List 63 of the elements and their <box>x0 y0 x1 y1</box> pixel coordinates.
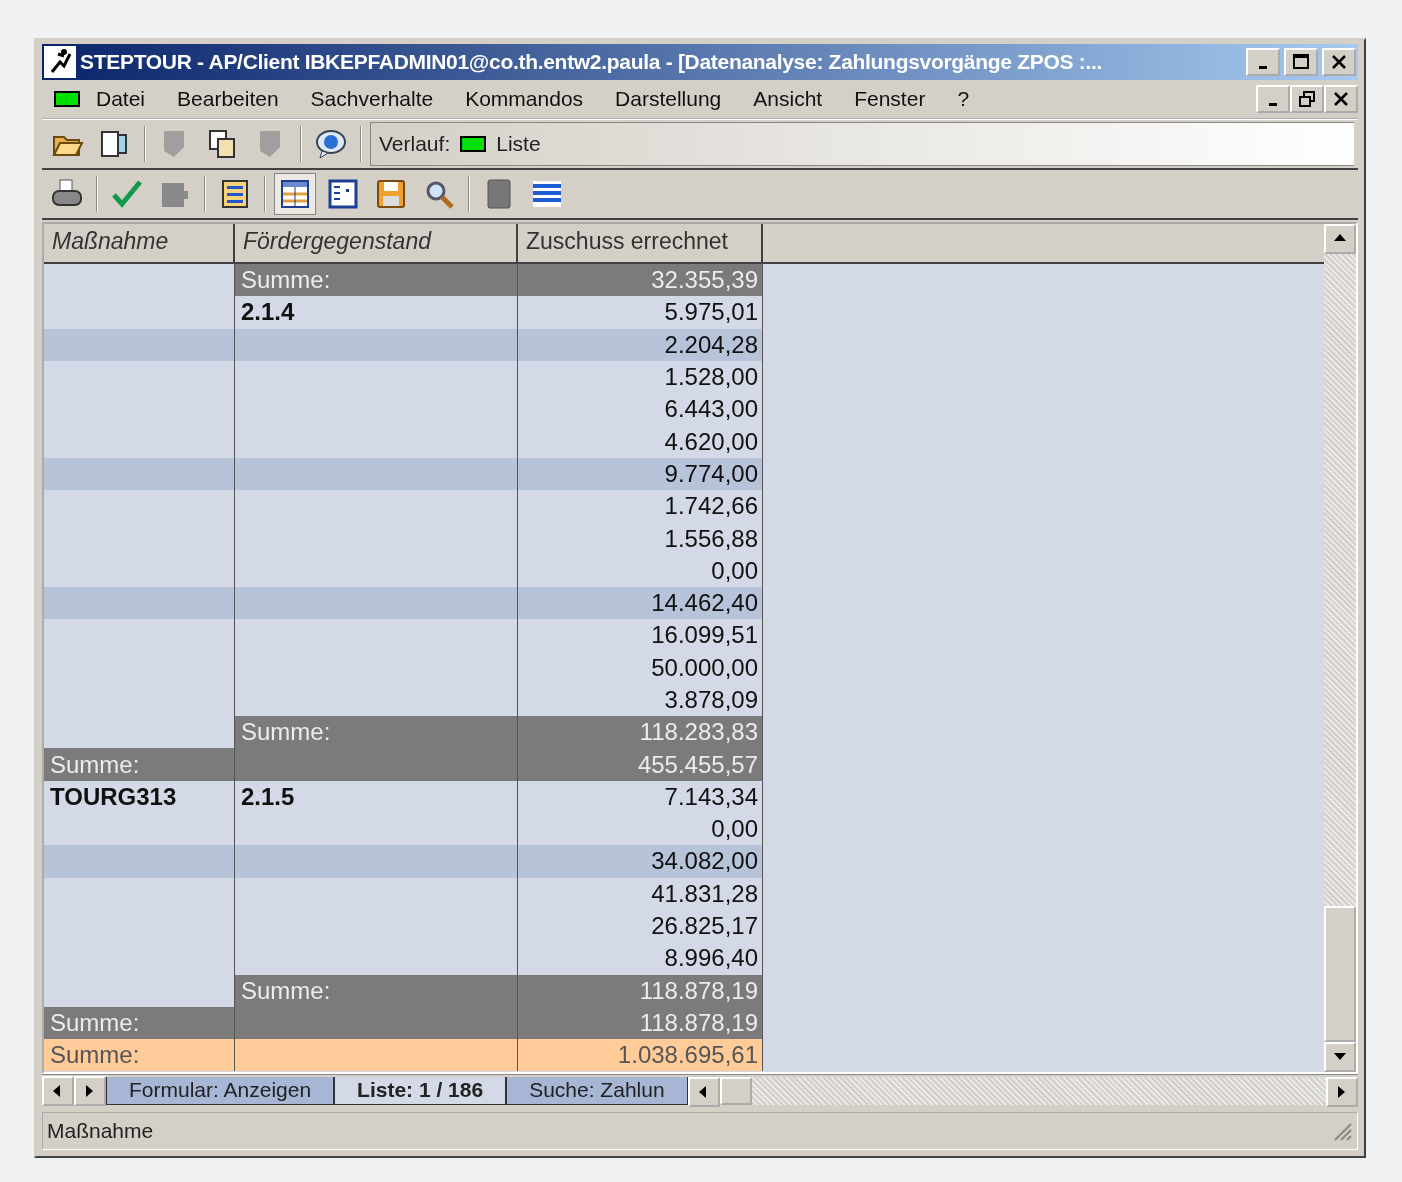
status-light-icon <box>460 136 487 152</box>
table-cell: 1.038.695,61 <box>518 1039 763 1072</box>
table-cell: Summe: <box>44 1006 235 1040</box>
menu-item[interactable]: Darstellung <box>599 87 738 111</box>
table-cell: Summe: <box>44 748 235 781</box>
close-icon <box>1331 54 1347 70</box>
toolbar-button[interactable] <box>274 173 316 215</box>
tab[interactable]: Liste: 1 / 186 <box>334 1076 507 1105</box>
tab[interactable]: Formular: Anzeigen <box>106 1076 335 1105</box>
menu-item[interactable]: Kommandos <box>449 87 600 111</box>
app-logo-icon <box>44 46 76 78</box>
scroll-down-button[interactable] <box>1324 1042 1356 1072</box>
vertical-scrollbar[interactable] <box>1324 224 1356 1072</box>
table-cell: Summe: <box>235 716 518 749</box>
status-light-icon <box>54 91 80 107</box>
column-header[interactable]: Zuschuss errechnet <box>518 224 763 262</box>
scroll-left-button[interactable] <box>687 1076 720 1107</box>
menu-item[interactable]: Sachverhalte <box>294 87 450 111</box>
maximize-icon <box>1293 54 1309 70</box>
tab[interactable]: Suche: Zahlun <box>506 1076 688 1105</box>
menu-item[interactable]: Ansicht <box>737 87 839 111</box>
minimize-button[interactable] <box>1246 48 1280 76</box>
restore-icon <box>1299 91 1315 107</box>
table-icon <box>278 177 312 211</box>
table-cell: 118.878,19 <box>518 974 763 1007</box>
details-icon <box>326 177 360 211</box>
table-cell: Summe: <box>44 1039 235 1072</box>
column-header[interactable]: Fördergegenstand <box>235 224 518 262</box>
table-cell: Summe: <box>235 264 518 297</box>
tab-prev-button[interactable] <box>42 1075 74 1106</box>
minimize-button[interactable] <box>1256 85 1290 113</box>
minimize-icon <box>1258 66 1268 70</box>
history-label: Verlauf: <box>379 132 451 156</box>
table-cell: 14.462,40 <box>518 586 763 620</box>
horizontal-scrollbar[interactable] <box>687 1076 1358 1105</box>
table-cell: 118.878,19 <box>518 1006 763 1040</box>
close-button[interactable] <box>1322 48 1356 76</box>
close-icon <box>1333 91 1349 107</box>
scroll-thumb[interactable] <box>1324 906 1356 1042</box>
scroll-thumb[interactable] <box>719 1076 752 1105</box>
table-cell: 118.283,83 <box>518 716 763 749</box>
tab-next-button[interactable] <box>74 1075 106 1106</box>
minimize-icon <box>1268 103 1278 107</box>
table-cell: 32.355,39 <box>518 264 763 297</box>
table-cell: 34.082,00 <box>518 845 763 878</box>
menu-item[interactable]: Bearbeiten <box>161 87 295 111</box>
menu-item[interactable]: Datei <box>80 87 162 111</box>
restore-button[interactable] <box>1290 85 1324 113</box>
history-value: Liste <box>496 132 541 156</box>
close-button[interactable] <box>1324 85 1358 113</box>
table-cell: 455.455,57 <box>518 748 763 781</box>
table-cell: 9.774,00 <box>518 457 763 491</box>
table-cell: Summe: <box>235 974 518 1007</box>
menu-item[interactable]: Fenster <box>838 87 942 111</box>
scroll-up-button[interactable] <box>1324 224 1356 254</box>
table-cell: 2.204,28 <box>518 328 763 361</box>
scroll-right-button[interactable] <box>1326 1076 1358 1107</box>
menu-item[interactable]: ? <box>941 87 986 111</box>
status-text: Maßnahme <box>47 1119 154 1143</box>
window-title: STEPTOUR - AP/Client IBKEPFADMIN01@co.th.entw2.paula - [Datenanalyse: Zahlungsvorgänge ZPOS :... <box>80 50 1103 74</box>
help-bubble-icon <box>314 127 348 161</box>
maximize-button[interactable] <box>1284 48 1318 76</box>
column-header[interactable]: Maßnahme <box>44 224 235 262</box>
